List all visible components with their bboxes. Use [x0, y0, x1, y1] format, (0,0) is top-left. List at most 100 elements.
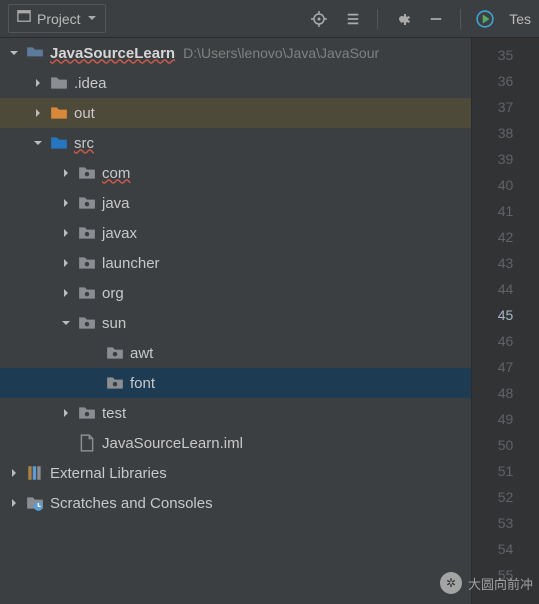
- tree-item-awt[interactable]: awt: [0, 338, 471, 368]
- chevron-down-icon[interactable]: [6, 45, 22, 61]
- package-icon: [78, 224, 96, 242]
- gutter-line: 44: [472, 276, 539, 302]
- project-view-dropdown[interactable]: Project: [8, 4, 106, 33]
- chevron-right-icon[interactable]: [30, 105, 46, 121]
- tree-label: awt: [130, 345, 153, 362]
- gutter-line: 35: [472, 42, 539, 68]
- tree-item-font[interactable]: font: [0, 368, 471, 398]
- tree-label: JavaSourceLearn.iml: [102, 435, 243, 452]
- tree-label: com: [102, 165, 130, 182]
- file-icon: [78, 434, 96, 452]
- project-toolbar: Project Tes: [0, 0, 539, 38]
- folder-icon: [50, 74, 68, 92]
- tree-item-test[interactable]: test: [0, 398, 471, 428]
- package-icon: [78, 164, 96, 182]
- package-icon: [78, 254, 96, 272]
- library-icon: [26, 464, 44, 482]
- package-icon: [78, 194, 96, 212]
- run-config-label: Tes: [509, 11, 531, 27]
- gear-icon[interactable]: [392, 9, 412, 29]
- tree-label: External Libraries: [50, 465, 167, 482]
- watermark-text: 大圆向前冲: [468, 574, 533, 593]
- package-icon: [106, 374, 124, 392]
- tree-label: .idea: [74, 75, 107, 92]
- gutter-line: 46: [472, 328, 539, 354]
- tree-item-src[interactable]: src: [0, 128, 471, 158]
- gutter-line: 50: [472, 432, 539, 458]
- scratch-icon: [26, 494, 44, 512]
- module-icon: [26, 44, 44, 62]
- source-folder-icon: [50, 134, 68, 152]
- watermark: ✲ 大圆向前冲: [440, 572, 533, 594]
- tree-item-sun[interactable]: sun: [0, 308, 471, 338]
- tree-item-com[interactable]: com: [0, 158, 471, 188]
- tree-label: font: [130, 375, 155, 392]
- gutter-line: 40: [472, 172, 539, 198]
- gutter-line: 42: [472, 224, 539, 250]
- chevron-right-icon[interactable]: [58, 255, 74, 271]
- chevron-right-icon[interactable]: [58, 285, 74, 301]
- package-icon: [78, 404, 96, 422]
- tree-item-java[interactable]: java: [0, 188, 471, 218]
- gutter-line: 52: [472, 484, 539, 510]
- project-tree[interactable]: JavaSourceLearn D:\Users\lenovo\Java\Jav…: [0, 38, 471, 604]
- gutter-line: 41: [472, 198, 539, 224]
- gutter-line: 37: [472, 94, 539, 120]
- tree-label: javax: [102, 225, 137, 242]
- tree-label: test: [102, 405, 126, 422]
- gutter-line: 38: [472, 120, 539, 146]
- tree-label: sun: [102, 315, 126, 332]
- expand-collapse-icon[interactable]: [343, 9, 363, 29]
- tree-label: org: [102, 285, 124, 302]
- tree-item-external-libraries[interactable]: External Libraries: [0, 458, 471, 488]
- tree-item-iml[interactable]: JavaSourceLearn.iml: [0, 428, 471, 458]
- tree-item-org[interactable]: org: [0, 278, 471, 308]
- spacer: [58, 435, 74, 451]
- tree-label: JavaSourceLearn: [50, 45, 175, 62]
- folder-icon: [50, 104, 68, 122]
- run-icon[interactable]: [475, 9, 495, 29]
- chevron-down-icon: [87, 10, 97, 28]
- chevron-right-icon[interactable]: [58, 405, 74, 421]
- gutter-line: 36: [472, 68, 539, 94]
- tree-label: out: [74, 105, 95, 122]
- tree-item-idea[interactable]: .idea: [0, 68, 471, 98]
- package-icon: [78, 314, 96, 332]
- wechat-icon: ✲: [440, 572, 462, 594]
- tree-label: Scratches and Consoles: [50, 495, 213, 512]
- chevron-right-icon[interactable]: [30, 75, 46, 91]
- package-icon: [78, 284, 96, 302]
- gutter-line: 54: [472, 536, 539, 562]
- chevron-right-icon[interactable]: [58, 225, 74, 241]
- gutter-line: 39: [472, 146, 539, 172]
- toolbar-divider: [460, 9, 461, 29]
- tree-label: src: [74, 135, 94, 152]
- locate-icon[interactable]: [309, 9, 329, 29]
- tree-root[interactable]: JavaSourceLearn D:\Users\lenovo\Java\Jav…: [0, 38, 471, 68]
- window-icon: [17, 9, 31, 28]
- tree-item-scratches[interactable]: Scratches and Consoles: [0, 488, 471, 518]
- toolbar-actions: Tes: [309, 9, 531, 29]
- gutter-line: 47: [472, 354, 539, 380]
- tree-item-launcher[interactable]: launcher: [0, 248, 471, 278]
- chevron-right-icon[interactable]: [6, 495, 22, 511]
- chevron-right-icon[interactable]: [6, 465, 22, 481]
- editor-gutter: 3536373839404142434445464748495051525354…: [471, 38, 539, 604]
- minimize-icon[interactable]: [426, 9, 446, 29]
- tree-path: D:\Users\lenovo\Java\JavaSour: [183, 45, 379, 61]
- gutter-line: 48: [472, 380, 539, 406]
- gutter-line: 51: [472, 458, 539, 484]
- gutter-line: 43: [472, 250, 539, 276]
- chevron-down-icon[interactable]: [30, 135, 46, 151]
- tree-label: java: [102, 195, 130, 212]
- tree-item-out[interactable]: out: [0, 98, 471, 128]
- dropdown-label: Project: [37, 11, 81, 27]
- toolbar-divider: [377, 9, 378, 29]
- package-icon: [106, 344, 124, 362]
- chevron-down-icon[interactable]: [58, 315, 74, 331]
- tree-item-javax[interactable]: javax: [0, 218, 471, 248]
- gutter-line: 53: [472, 510, 539, 536]
- gutter-line: 45: [472, 302, 539, 328]
- chevron-right-icon[interactable]: [58, 165, 74, 181]
- chevron-right-icon[interactable]: [58, 195, 74, 211]
